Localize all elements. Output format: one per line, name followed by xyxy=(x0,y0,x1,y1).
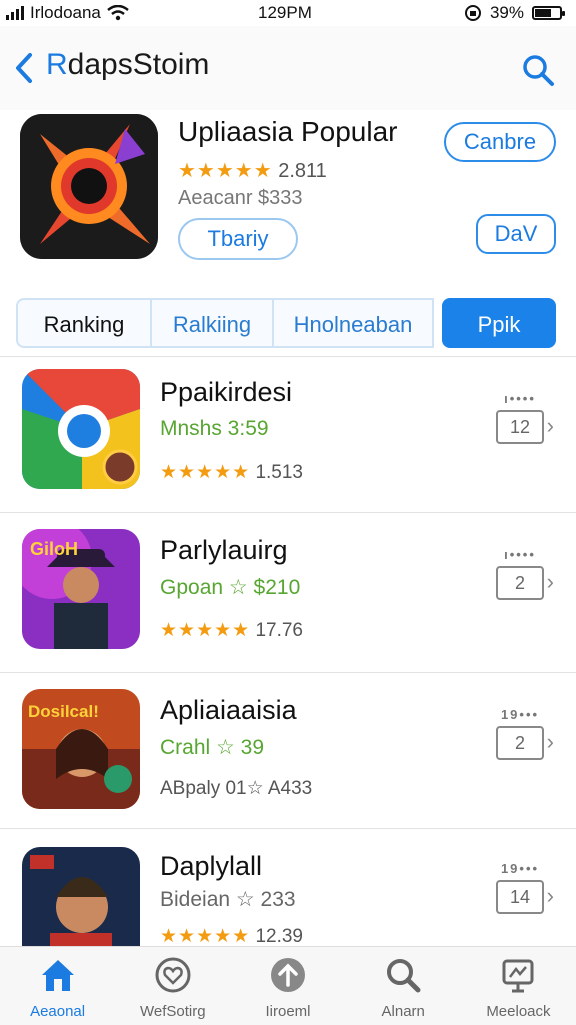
svg-text:GiloH: GiloH xyxy=(30,539,78,559)
segment-control: Ranking Ralkiing Hnolneaban Ppik xyxy=(16,298,560,350)
segment-ranking[interactable]: Ranking xyxy=(16,298,152,348)
featured-stars: ★★★★★ xyxy=(178,160,273,182)
app-name: Ppaikirdesi xyxy=(160,377,293,407)
status-right: 39% xyxy=(464,3,565,23)
rank-badge[interactable]: ı•••• 2 xyxy=(492,547,554,607)
rank-badge[interactable]: ı•••• 12 xyxy=(492,391,554,451)
tab-updates-label: Iiroeml xyxy=(265,1003,311,1020)
back-chevron-icon[interactable] xyxy=(10,51,40,85)
app-subtitle: Gpoan ☆ $210 xyxy=(160,576,301,599)
rank-number: 14 xyxy=(496,880,554,914)
app-subtitle: Crahl ☆ 39 xyxy=(160,736,265,759)
featured-price: Aeacanr $333 xyxy=(178,187,303,209)
rank-badge[interactable]: 19••• 14 xyxy=(492,861,554,921)
list-item[interactable]: GiloH Parlylauirg Gpoan ☆ $210 ★★★★★ 17.… xyxy=(0,512,576,673)
rank-dots: ı•••• xyxy=(504,547,536,562)
segment-2[interactable]: Ralkiing xyxy=(152,298,274,348)
app-rating: ABpaly 01☆ A433 xyxy=(160,778,313,799)
featured-app-icon[interactable] xyxy=(20,114,158,259)
rank-number: 2 xyxy=(496,566,554,600)
tab-feedback-label: Meeloack xyxy=(486,1003,551,1020)
tab-bar: Aeaonal WefSotirg Iiroeml Alnarn Meeloac… xyxy=(0,946,576,1025)
signal-icon xyxy=(6,6,24,20)
carrier-name: Irlodoana xyxy=(30,3,101,22)
app-name: Parlylauirg xyxy=(160,535,288,565)
cancel-button[interactable]: Canbre xyxy=(444,122,556,162)
featured-app: Upliaasia Popular ★★★★★ 2.811 Aeacanr $3… xyxy=(0,110,576,290)
featured-app-title: Upliaasia Popular xyxy=(178,116,398,147)
day-button[interactable]: DaV xyxy=(476,214,556,254)
battery-icon xyxy=(532,6,565,20)
app-name: Daplylall xyxy=(160,851,263,881)
nav-bar: RdapsStoim xyxy=(0,26,576,110)
app-rating: ★★★★★ 1.513 xyxy=(160,461,303,484)
tab-home[interactable]: Aeaonal xyxy=(0,947,115,1025)
rank-dots: 19••• xyxy=(500,861,540,876)
arrow-up-circle-icon xyxy=(271,958,305,992)
app-stars: ★★★★★ xyxy=(160,620,251,641)
tab-favorites[interactable]: WefSotirg xyxy=(115,947,230,1025)
app-rating: ★★★★★ 17.76 xyxy=(160,619,303,642)
app-stars: ★★★★★ xyxy=(160,462,251,483)
list-item[interactable]: Dosilcal! Apliaiaaisia Crahl ☆ 39 ABpaly… xyxy=(0,672,576,833)
app-name: Apliaiaaisia xyxy=(160,695,297,725)
app-subtitle: Bideian ☆ 233 xyxy=(160,888,296,911)
status-bar: Irlodoana 129PM 39% xyxy=(0,0,576,26)
tab-search-label: Alnarn xyxy=(381,1003,425,1020)
svg-text:Dosilcal!: Dosilcal! xyxy=(28,702,99,721)
home-icon xyxy=(41,960,74,991)
heart-badge-icon xyxy=(155,957,191,993)
app-stars: ★★★★★ xyxy=(160,926,251,947)
tab-search[interactable]: Alnarn xyxy=(346,947,461,1025)
battery-percent: 39% xyxy=(489,3,524,22)
app-icon[interactable]: GiloH xyxy=(22,529,140,649)
page-title-initial: R xyxy=(46,48,68,81)
carrier-info: Irlodoana xyxy=(6,3,129,23)
segment-3[interactable]: Hnolneaban xyxy=(274,298,434,348)
tab-feedback[interactable]: Meeloack xyxy=(461,947,576,1025)
rank-number: 2 xyxy=(496,726,554,760)
tab-favorites-label: WefSotirg xyxy=(140,1003,206,1020)
clock: 129PM xyxy=(258,3,312,22)
search-icon xyxy=(387,959,421,993)
app-rating: ★★★★★ 12.39 xyxy=(160,925,303,948)
tab-updates[interactable]: Iiroeml xyxy=(230,947,345,1025)
tab-home-label: Aeaonal xyxy=(30,1003,86,1020)
lock-rotation-icon xyxy=(464,5,481,21)
search-icon[interactable] xyxy=(520,52,556,88)
app-icon[interactable] xyxy=(22,369,140,489)
rank-dots: 19••• xyxy=(500,707,540,722)
today-button[interactable]: Tbariy xyxy=(178,218,298,260)
segment-selected[interactable]: Ppik xyxy=(442,298,556,348)
featured-rating-count: 2.811 xyxy=(278,160,327,182)
page-title: RdapsStoim xyxy=(46,48,209,82)
app-rating-count: 1.513 xyxy=(255,462,303,483)
rank-number: 12 xyxy=(496,410,554,444)
featured-rating: ★★★★★ 2.811 xyxy=(178,158,327,183)
app-rating-count: 12.39 xyxy=(255,926,303,947)
app-subtitle: Mnshs 3:59 xyxy=(160,417,269,440)
rank-dots: ı•••• xyxy=(504,391,536,406)
app-icon[interactable]: Dosilcal! xyxy=(22,689,140,809)
monitor-icon xyxy=(502,959,534,993)
wifi-icon xyxy=(107,5,129,21)
list-item[interactable]: Ppaikirdesi Mnshs 3:59 ★★★★★ 1.513 ı••••… xyxy=(0,356,576,517)
page-title-rest: dapsStoim xyxy=(67,48,210,81)
app-rating-count: 17.76 xyxy=(255,620,303,641)
rank-badge[interactable]: 19••• 2 xyxy=(492,707,554,767)
